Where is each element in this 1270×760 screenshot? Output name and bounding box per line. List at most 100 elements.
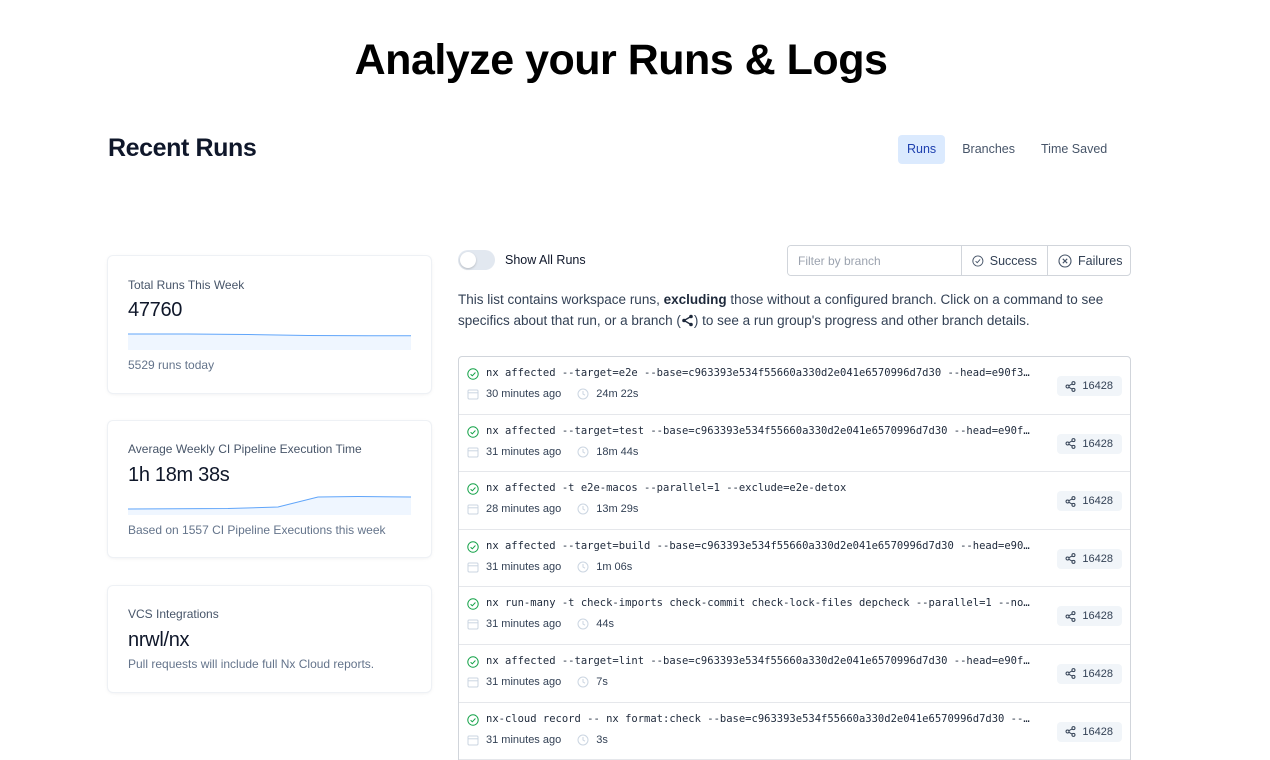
share-icon — [1065, 668, 1076, 680]
runs-list: nx affected --target=e2e --base=c963393e… — [458, 356, 1131, 760]
share-icon — [1065, 553, 1076, 565]
run-meta: 28 minutes ago 13m 29s — [467, 503, 638, 515]
clock-icon — [577, 561, 589, 573]
success-filter-button[interactable]: Success — [962, 246, 1048, 275]
share-icon — [1065, 380, 1076, 392]
success-filter-label: Success — [989, 253, 1037, 268]
vcs-value[interactable]: nrwl/nx — [128, 629, 190, 652]
run-row[interactable]: nx affected --target=e2e --base=c963393e… — [459, 357, 1130, 415]
share-icon — [1065, 726, 1076, 737]
description-bold: excluding — [663, 292, 727, 307]
clock-icon — [577, 503, 589, 515]
calendar-icon — [467, 389, 479, 400]
run-started: 31 minutes ago — [486, 675, 562, 688]
avg-time-note: Based on 1557 CI Pipeline Executions thi… — [128, 523, 386, 537]
avg-time-label: Average Weekly CI Pipeline Execution Tim… — [128, 442, 362, 456]
run-meta: 31 minutes ago 18m 44s — [467, 446, 638, 458]
hero-title: Analyze your Runs & Logs — [354, 36, 888, 84]
run-command[interactable]: nx affected --target=e2e --base=c963393e… — [486, 367, 1031, 379]
run-duration: 7s — [596, 675, 608, 688]
show-all-runs-label: Show All Runs — [505, 253, 586, 267]
description-part-3: ) to see a run group's progress and othe… — [693, 312, 1030, 328]
clock-icon — [577, 618, 589, 630]
branch-link[interactable]: 16428 — [1057, 548, 1122, 569]
total-runs-label: Total Runs This Week — [128, 278, 245, 292]
branch-label: 16428 — [1082, 725, 1113, 738]
run-duration: 1m 06s — [596, 560, 633, 573]
x-circle-icon — [1058, 253, 1072, 268]
success-status-icon — [467, 713, 479, 726]
run-started: 31 minutes ago — [486, 618, 562, 631]
run-meta: 31 minutes ago 44s — [467, 618, 614, 630]
run-command[interactable]: nx-cloud record -- nx format:check --bas… — [486, 713, 1031, 725]
view-tabs: Runs Branches Time Saved — [898, 135, 1116, 164]
run-duration: 3s — [596, 733, 608, 746]
total-runs-value: 47760 — [128, 299, 183, 321]
run-meta: 31 minutes ago 7s — [467, 676, 608, 688]
vcs-note: Pull requests will include full Nx Cloud… — [128, 657, 375, 671]
run-started: 31 minutes ago — [486, 733, 562, 746]
vcs-card: VCS Integrations nrwl/nx Pull requests w… — [108, 586, 431, 692]
run-command[interactable]: nx affected --target=build --base=c96339… — [486, 540, 1031, 552]
run-started: 28 minutes ago — [486, 503, 562, 516]
success-status-icon — [467, 598, 479, 611]
clock-icon — [577, 446, 589, 458]
run-row[interactable]: nx affected --target=build --base=c96339… — [459, 530, 1130, 588]
success-status-icon — [467, 656, 479, 668]
run-row[interactable]: nx run-many -t check-imports check-commi… — [459, 587, 1130, 645]
avg-time-value: 1h 18m 38s — [128, 464, 230, 486]
branch-link[interactable]: 16428 — [1057, 721, 1122, 742]
branch-link[interactable]: 16428 — [1057, 491, 1122, 512]
run-row[interactable]: nx affected -t e2e-macos --parallel=1 --… — [459, 472, 1130, 530]
run-duration: 18m 44s — [596, 445, 639, 458]
branch-link[interactable]: 16428 — [1057, 663, 1122, 684]
run-row[interactable]: nx-cloud record -- nx format:check --bas… — [459, 703, 1130, 760]
branch-label: 16428 — [1082, 495, 1113, 508]
run-command[interactable]: nx run-many -t check-imports check-commi… — [486, 597, 1031, 609]
calendar-icon — [467, 447, 479, 458]
tab-runs[interactable]: Runs — [898, 135, 946, 164]
success-status-icon — [467, 368, 479, 380]
branch-filter-input[interactable] — [788, 246, 962, 275]
branch-link[interactable]: 16428 — [1057, 606, 1122, 627]
run-started: 31 minutes ago — [486, 560, 562, 573]
share-icon — [1065, 495, 1076, 507]
check-circle-icon — [972, 255, 984, 266]
branch-link[interactable]: 16428 — [1057, 376, 1122, 396]
share-icon — [682, 314, 693, 326]
run-row[interactable]: nx affected --target=test --base=c963393… — [459, 415, 1130, 473]
vcs-label: VCS Integrations — [128, 607, 219, 621]
run-command[interactable]: nx affected -t e2e-macos --parallel=1 --… — [486, 482, 1031, 494]
branch-label: 16428 — [1082, 552, 1113, 565]
section-title: Recent Runs — [108, 134, 257, 162]
description-part-1: This list contains workspace runs, — [458, 292, 664, 307]
run-command[interactable]: nx affected --target=lint --base=c963393… — [486, 655, 1031, 667]
success-status-icon — [467, 483, 479, 495]
show-all-runs-toggle[interactable] — [458, 250, 495, 270]
calendar-icon — [467, 504, 479, 515]
branch-label: 16428 — [1082, 610, 1113, 623]
run-command[interactable]: nx affected --target=test --base=c963393… — [486, 425, 1031, 437]
run-started: 31 minutes ago — [486, 445, 562, 458]
toggle-knob — [460, 252, 476, 268]
calendar-icon — [467, 677, 479, 688]
avg-time-sparkline — [128, 495, 411, 515]
success-status-icon — [467, 541, 479, 553]
failures-filter-button[interactable]: Failures — [1048, 246, 1130, 275]
run-started: 30 minutes ago — [486, 388, 562, 400]
tab-time-saved[interactable]: Time Saved — [1032, 135, 1116, 164]
branch-link[interactable]: 16428 — [1057, 433, 1122, 454]
share-icon — [1065, 438, 1076, 450]
branch-label: 16428 — [1082, 437, 1113, 450]
clock-icon — [577, 676, 589, 688]
total-runs-card: Total Runs This Week 47760 5529 runs tod… — [108, 256, 431, 393]
total-runs-note: 5529 runs today — [128, 358, 215, 372]
run-meta: 31 minutes ago 1m 06s — [467, 561, 632, 573]
branch-label: 16428 — [1082, 667, 1113, 680]
run-filter-group: Success Failures — [787, 245, 1131, 276]
tab-branches[interactable]: Branches — [953, 135, 1024, 164]
calendar-icon — [467, 735, 479, 746]
run-row[interactable]: nx affected --target=lint --base=c963393… — [459, 645, 1130, 703]
calendar-icon — [467, 619, 479, 630]
failures-filter-label: Failures — [1078, 253, 1123, 268]
